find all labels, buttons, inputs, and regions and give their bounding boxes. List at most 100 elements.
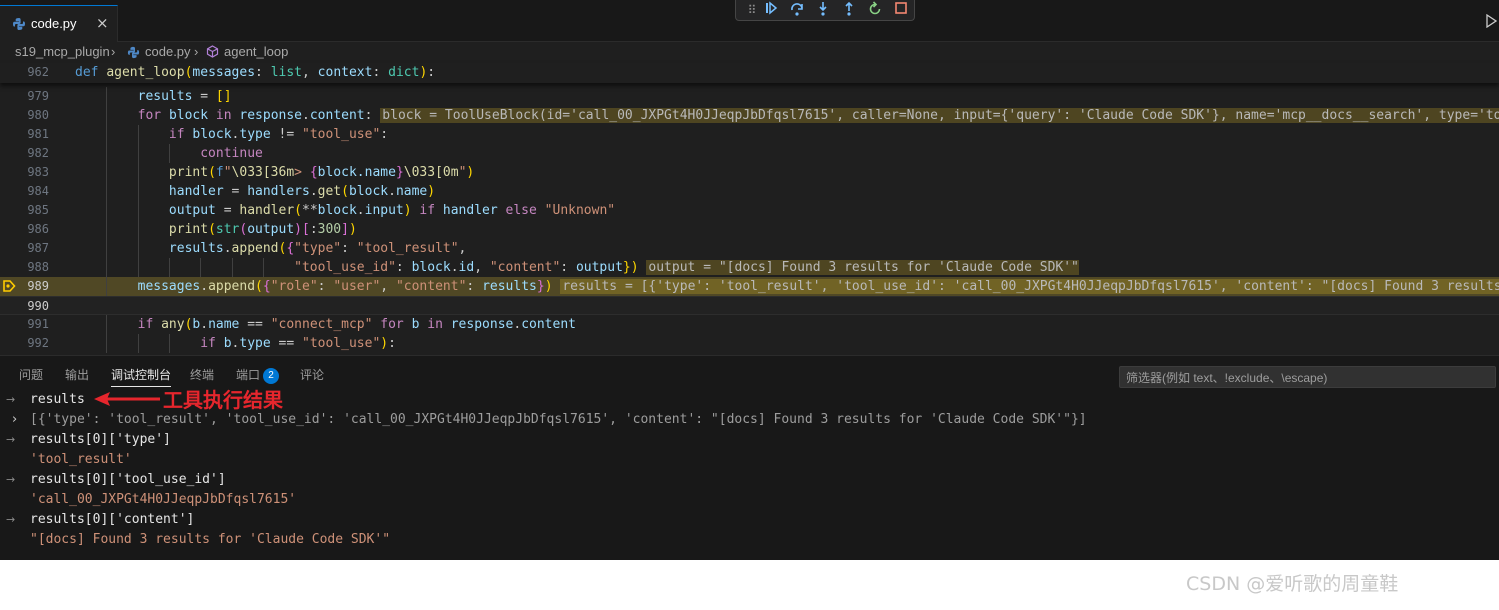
filter-box[interactable] [1119,366,1496,388]
console-value-row: 'call_00_JXPGt4H0JJeqpJbDfqsl7615' [0,490,1499,510]
panel-tab-label: 输出 [65,368,90,382]
console-text: [{'type': 'tool_result', 'tool_use_id': … [30,412,1087,427]
line-number: 984 [27,184,49,198]
code-line[interactable]: 984 handler = handlers.get(block.name) [0,182,1499,201]
code-text: if any(b.name == "connect_mcp" for b in … [137,317,576,332]
panel-tab-4[interactable]: 终端 [190,366,214,383]
tab-code-py[interactable]: code.py × [0,5,118,42]
vscode-window: code.py × ⠿ s19_mcp_plugin › code.py › a… [0,0,1499,560]
console-text: results[0]['type'] [30,432,171,447]
editor-tab-bar: code.py × ⠿ [0,0,1499,42]
code-line[interactable]: 992 if b.type == "tool_use"): [0,334,1499,353]
panel-tab-6[interactable]: 评论 [300,366,324,383]
console-value-row: 'tool_result' [0,450,1499,470]
code-line[interactable]: 989 messages.append({"role": "user", "co… [0,277,1499,296]
code-text: continue [200,146,263,161]
console-input-row: → results[0]['type'] [0,430,1499,450]
input-prompt-icon: → [6,513,16,526]
code-text: results = [] [137,89,232,104]
panel-tab-1[interactable]: 问题 [19,366,43,383]
panel-tab-5[interactable]: 端口 2 [236,366,280,384]
code-text: output = handler(**block.input) if handl… [168,203,616,218]
code-line[interactable]: 983 print(f"\033[36m> {block.name}\033[0… [0,163,1499,182]
input-prompt-icon: → [6,473,16,486]
console-text: results [30,392,85,407]
code-line[interactable]: 985 output = handler(**block.input) if h… [0,201,1499,220]
console-text: results[0]['tool_use_id'] [30,472,226,487]
console-value-row: "[docs] Found 3 results for 'Claude Code… [0,530,1499,550]
panel-tab-label: 端口 [236,368,261,382]
panel-tab-label: 问题 [19,368,44,382]
code-text: print(f"\033[36m> {block.name}\033[0m") [168,165,475,180]
sticky-code: def agent_loop(messages: list, context: … [75,65,436,80]
breadcrumb: s19_mcp_plugin › code.py › agent_loop [0,42,1499,63]
line-number: 980 [27,108,49,122]
code-text: for block in response.content: block = T… [75,106,1499,125]
code-line[interactable]: 979 results = [] [0,87,1499,106]
code-text: "tool_use_id": block.id, "content": outp… [294,260,1079,275]
count-badge: 2 [263,367,280,384]
step-out-icon[interactable] [839,1,859,19]
code-line[interactable]: 980 for block in response.content: block… [0,106,1499,125]
console-text: results[0]['content'] [30,512,195,527]
panel-tab-label: 终端 [190,368,215,382]
run-python-file-icon[interactable] [1485,13,1498,32]
drag-handle-icon[interactable]: ⠿ [742,1,762,19]
line-number: 979 [27,89,49,103]
inline-debug-value: output = "[docs] Found 3 results for 'Cl… [646,260,1079,275]
input-prompt-icon: → [6,393,16,406]
console-text: 'call_00_JXPGt4H0JJeqpJbDfqsl7615' [30,492,297,507]
python-file-icon [13,18,25,30]
breadcrumb-folder[interactable]: s19_mcp_plugin [15,44,110,59]
breadcrumb-file[interactable]: code.py [145,44,191,59]
sticky-scroll-line[interactable]: 962 def agent_loop(messages: list, conte… [0,63,1499,83]
code-line[interactable]: 982 continue [0,144,1499,163]
console-text: "[docs] Found 3 results for 'Claude Code… [30,532,391,547]
step-over-icon[interactable] [787,1,807,19]
panel-tab-label: 评论 [300,368,325,382]
panel-tab-3[interactable]: 调试控制台 [111,366,172,387]
code-line[interactable]: 981 if block.type != "tool_use": [0,125,1499,144]
line-number: 992 [27,336,49,350]
console-result-row[interactable]: › [{'type': 'tool_result', 'tool_use_id':… [0,410,1499,430]
step-into-icon[interactable] [813,1,833,19]
tab-label: code.py [31,16,77,31]
code-text: handler = handlers.get(block.name) [168,184,436,199]
panel-tab-2[interactable]: 输出 [65,366,89,383]
stop-icon[interactable] [891,1,911,19]
line-number: 987 [27,241,49,255]
code-line[interactable]: 987 results.append({"type": "tool_result… [0,239,1499,258]
code-line[interactable]: 990 [0,296,1499,315]
restart-icon[interactable] [865,1,885,19]
python-file-icon [127,46,140,62]
inline-debug-value: results = [{'type': 'tool_result', 'tool… [560,279,1499,294]
code-line[interactable]: 988 "tool_use_id": block.id, "content": … [0,258,1499,277]
filter-input[interactable] [1120,368,1495,388]
code-text: if b.type == "tool_use"): [200,336,396,351]
line-number: 985 [27,203,49,217]
line-number: 982 [27,146,49,160]
panel-tab-label: 调试控制台 [111,368,172,382]
annotation-label: 工具执行结果 [163,388,283,412]
line-number: 981 [27,127,49,141]
console-input-row: → results[0]['content'] [0,510,1499,530]
code-line[interactable]: 986 print(str(output)[:300]) [0,220,1499,239]
input-prompt-icon: → [6,433,16,446]
code-editor[interactable]: 979 results = [] 980 for block in respons… [0,87,1499,353]
line-number: 986 [27,222,49,236]
current-line-arrow-icon [3,280,16,292]
expand-chevron-icon[interactable]: › [12,410,17,430]
code-text: print(str(output)[:300]) [168,222,357,237]
line-number: 988 [27,260,49,274]
code-text: messages.append({"role": "user", "conten… [75,277,1499,296]
continue-icon[interactable] [761,1,781,19]
code-line[interactable]: 991 if any(b.name == "connect_mcp" for b… [0,315,1499,334]
breadcrumb-symbol[interactable]: agent_loop [224,44,288,59]
console-input-row: → results[0]['tool_use_id'] [0,470,1499,490]
close-tab-icon[interactable]: × [96,14,109,32]
code-text: if block.type != "tool_use": [168,127,389,142]
inline-debug-value: block = ToolUseBlock(id='call_00_JXPGt4H… [380,108,1499,123]
line-number: 983 [27,165,49,179]
line-number: 991 [27,317,49,331]
line-number: 962 [27,65,49,79]
